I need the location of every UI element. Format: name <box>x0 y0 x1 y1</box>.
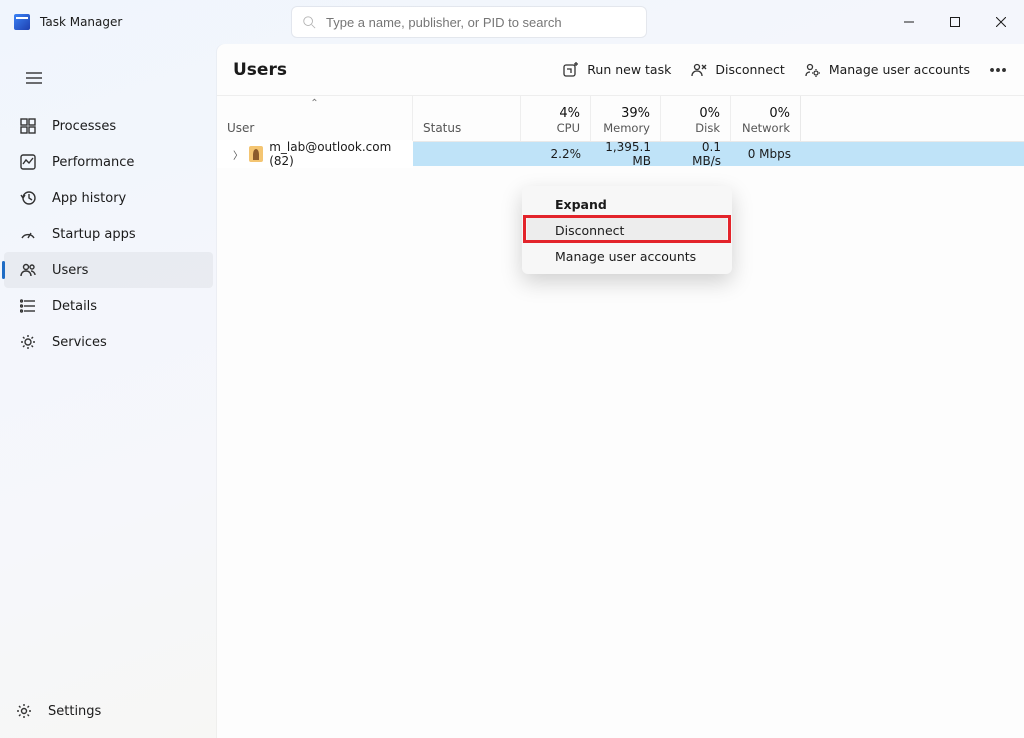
users-icon <box>18 262 38 278</box>
sidebar-item-label: Users <box>52 263 88 278</box>
sidebar-item-label: Services <box>52 335 107 350</box>
column-header-network[interactable]: 0% Network <box>731 96 801 141</box>
column-label: CPU <box>557 121 580 135</box>
user-cell[interactable]: 〉 m_lab@outlook.com (82) <box>217 140 413 168</box>
column-header-memory[interactable]: 39% Memory <box>591 96 661 141</box>
more-options-button[interactable] <box>980 53 1016 87</box>
manage-users-icon <box>805 62 821 78</box>
sidebar: Processes Performance App history Startu… <box>0 44 217 738</box>
user-avatar-icon <box>249 146 263 162</box>
settings-label: Settings <box>48 704 101 719</box>
memory-cell: 1,395.1 MB <box>591 140 661 168</box>
column-header-user[interactable]: ⌃ User <box>217 96 413 141</box>
titlebar: Task Manager <box>0 0 1024 44</box>
column-label: Disk <box>695 121 720 135</box>
column-label: Memory <box>603 121 650 135</box>
search-input[interactable] <box>326 15 636 30</box>
sidebar-item-label: Details <box>52 299 97 314</box>
hamburger-menu-button[interactable] <box>18 62 50 94</box>
sidebar-item-services[interactable]: Services <box>4 324 213 360</box>
page-title: Users <box>233 60 287 80</box>
minimize-button[interactable] <box>886 0 932 44</box>
disconnect-user-icon <box>691 62 707 78</box>
toolbar-label: Run new task <box>587 62 671 77</box>
context-menu-item-manage[interactable]: Manage user accounts <box>527 243 727 269</box>
maximize-button[interactable] <box>932 0 978 44</box>
grid-icon <box>18 118 38 134</box>
search-icon <box>302 15 316 29</box>
sidebar-item-label: Processes <box>52 119 116 134</box>
performance-icon <box>18 154 38 170</box>
window-title: Task Manager <box>40 15 122 29</box>
cpu-cell: 2.2% <box>521 147 591 161</box>
sidebar-item-processes[interactable]: Processes <box>4 108 213 144</box>
sidebar-item-performance[interactable]: Performance <box>4 144 213 180</box>
sidebar-item-details[interactable]: Details <box>4 288 213 324</box>
history-icon <box>18 190 38 206</box>
search-box[interactable] <box>292 7 646 37</box>
list-icon <box>18 298 38 314</box>
sidebar-item-label: Performance <box>52 155 134 170</box>
network-cell: 0 Mbps <box>731 147 801 161</box>
disconnect-button[interactable]: Disconnect <box>681 53 794 87</box>
gear-icon <box>18 334 38 350</box>
column-percent: 0% <box>699 106 720 121</box>
column-header-status[interactable]: Status <box>413 96 521 141</box>
disk-cell: 0.1 MB/s <box>661 140 731 168</box>
sidebar-item-app-history[interactable]: App history <box>4 180 213 216</box>
close-button[interactable] <box>978 0 1024 44</box>
sidebar-item-startup-apps[interactable]: Startup apps <box>4 216 213 252</box>
more-horizontal-icon <box>990 62 1006 78</box>
column-percent: 4% <box>559 106 580 121</box>
column-header-disk[interactable]: 0% Disk <box>661 96 731 141</box>
column-headers: ⌃ User Status 4% CPU 39% Memory 0% Disk … <box>217 96 1024 142</box>
user-name: m_lab@outlook.com (82) <box>269 140 403 168</box>
sort-ascending-icon: ⌃ <box>310 98 318 109</box>
context-menu: Expand Disconnect Manage user accounts <box>522 186 732 274</box>
gauge-icon <box>18 226 38 242</box>
user-row[interactable]: 〉 m_lab@outlook.com (82) 2.2% 1,395.1 MB… <box>217 142 1024 166</box>
sidebar-item-label: App history <box>52 191 126 206</box>
page-header: Users Run new task Disconnect Manage use… <box>217 44 1024 96</box>
toolbar-label: Disconnect <box>715 62 784 77</box>
main-panel: Users Run new task Disconnect Manage use… <box>217 44 1024 738</box>
context-menu-item-disconnect[interactable]: Disconnect <box>527 217 727 243</box>
column-header-cpu[interactable]: 4% CPU <box>521 96 591 141</box>
column-label: User <box>227 121 402 135</box>
column-label: Network <box>742 121 790 135</box>
task-manager-app-icon <box>14 14 30 30</box>
manage-user-accounts-button[interactable]: Manage user accounts <box>795 53 980 87</box>
run-new-task-button[interactable]: Run new task <box>553 53 681 87</box>
sidebar-item-users[interactable]: Users <box>4 252 213 288</box>
context-menu-item-expand[interactable]: Expand <box>527 191 727 217</box>
toolbar-label: Manage user accounts <box>829 62 970 77</box>
column-label: Status <box>423 121 510 135</box>
expand-chevron-icon[interactable]: 〉 <box>233 147 243 162</box>
column-percent: 0% <box>769 106 790 121</box>
window-controls <box>886 0 1024 44</box>
column-percent: 39% <box>621 106 650 121</box>
sidebar-item-settings[interactable]: Settings <box>0 690 217 732</box>
sidebar-item-label: Startup apps <box>52 227 136 242</box>
run-task-icon <box>563 62 579 78</box>
settings-gear-icon <box>14 703 34 719</box>
